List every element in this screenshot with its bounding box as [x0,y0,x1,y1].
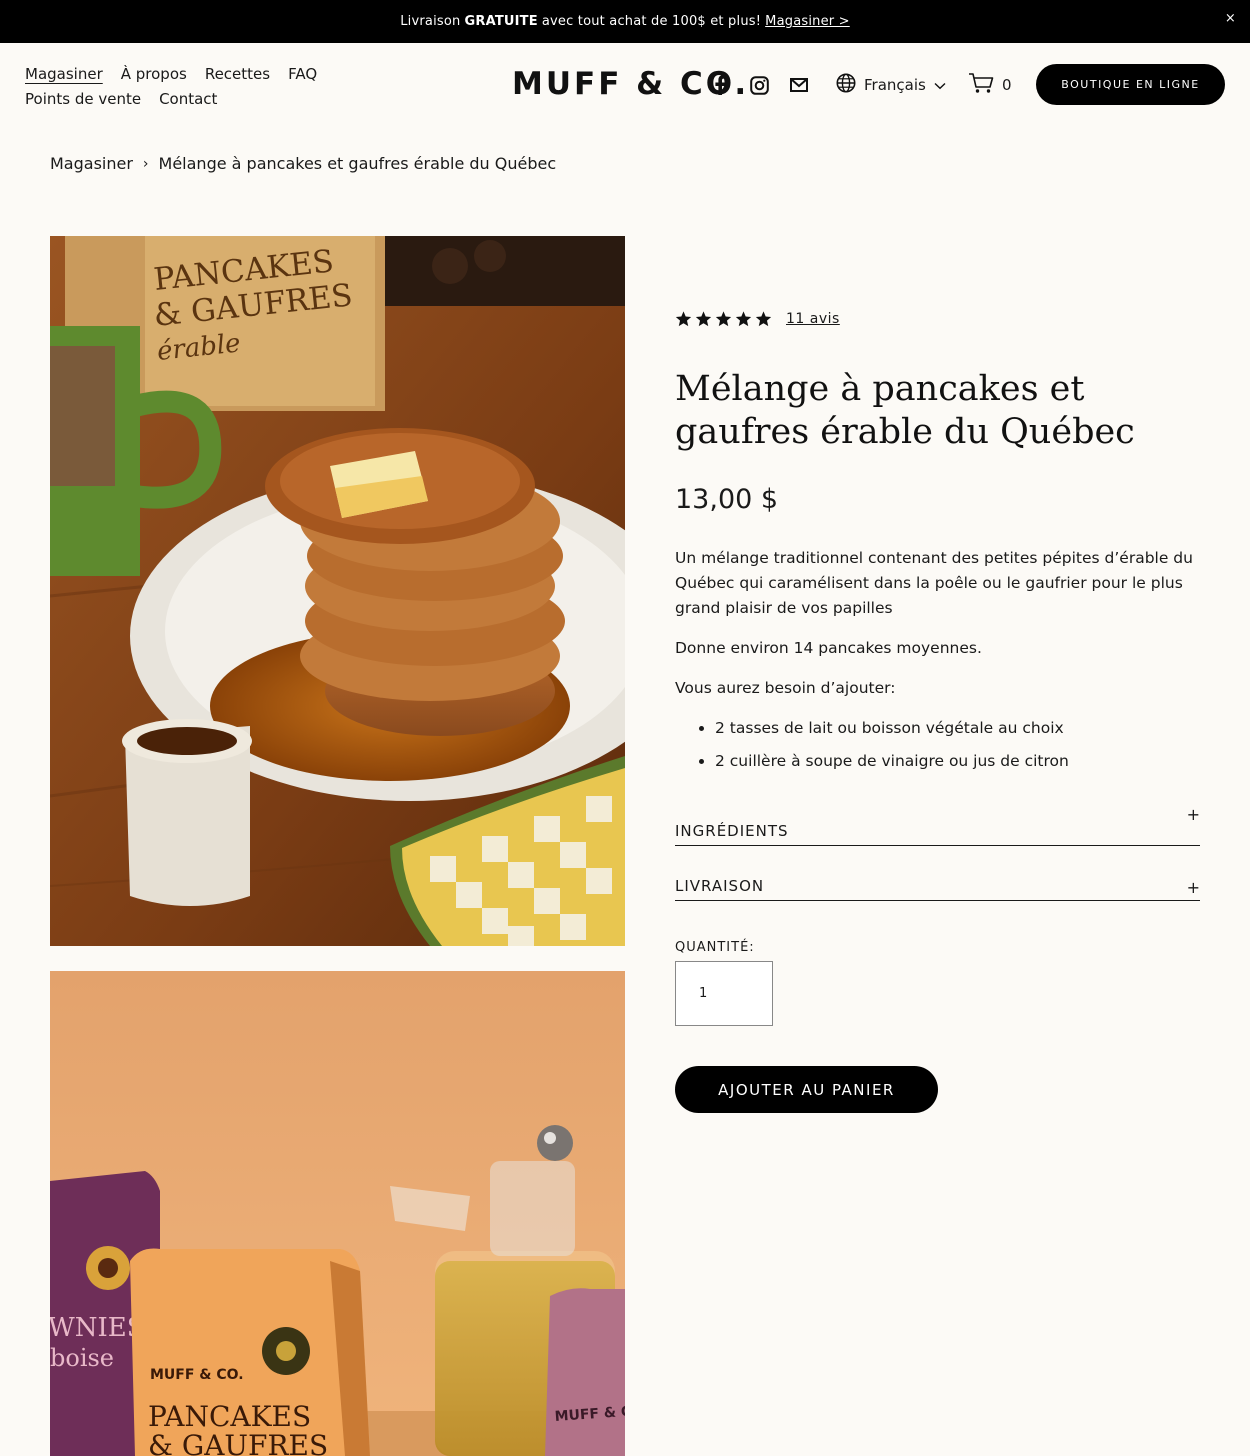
needs-list: 2 tasses de lait ou boisson végétale au … [675,716,1195,774]
cart-count: 0 [1002,76,1012,94]
accordion-label: INGRÉDIENTS [675,822,789,840]
instagram-icon[interactable] [749,75,769,95]
nav-item-about[interactable]: À propos [121,62,187,87]
accordion-shipping[interactable]: LIVRAISON + [675,870,1200,901]
quantity-input[interactable] [675,961,773,1026]
announcement-prefix: Livraison [400,14,461,29]
chevron-down-icon [934,76,946,94]
star-icon [715,311,732,327]
breadcrumb-separator: › [142,155,149,172]
star-icon [695,311,712,327]
product-price: 13,00 $ [675,484,779,515]
nav-item-stores[interactable]: Points de vente [25,87,141,112]
star-icon [735,311,752,327]
announcement-shop-link[interactable]: Magasiner > [765,14,850,29]
main-nav: Magasiner À propos Recettes FAQ Points d… [25,62,317,112]
product-photo-packages: WNIES boise MUFF & CO. PANCAKES & GAUFRE… [50,971,625,1456]
add-to-cart-button[interactable]: AJOUTER AU PANIER [675,1066,938,1113]
description-text: Un mélange traditionnel contenant des pe… [675,549,1193,617]
list-item: 2 cuillère à soupe de vinaigre ou jus de… [715,749,1195,774]
package2-text-2: & GAUFRES [148,1429,328,1456]
rating-stars [675,311,772,327]
yield-text: Donne environ 14 pancakes moyennes. [675,639,982,657]
nav-item-shop[interactable]: Magasiner [25,62,103,87]
left-bag-text-2: boise [50,1344,114,1372]
breadcrumb-parent[interactable]: Magasiner [50,154,133,173]
language-label: Français [864,76,926,94]
needs-label: Vous aurez besoin d’ajouter: [675,679,896,697]
email-icon[interactable] [789,76,809,94]
product-description: Un mélange traditionnel contenant des pe… [675,546,1195,782]
cart-icon [968,72,994,98]
plus-icon: + [1186,878,1200,897]
breadcrumb-current: Mélange à pancakes et gaufres érable du … [158,154,557,173]
product-photo-pancakes: PANCAKES & GAUFRES érable [50,236,625,946]
close-icon[interactable]: × [1225,11,1236,26]
nav-item-recipes[interactable]: Recettes [205,62,270,87]
language-selector[interactable]: Français [836,73,946,97]
accordion-ingredients[interactable]: INGRÉDIENTS + [675,805,1200,846]
announcement-bar: Livraison GRATUITE avec tout achat de 10… [0,0,1250,43]
globe-icon [836,73,856,97]
star-icon [675,311,692,327]
breadcrumb: Magasiner › Mélange à pancakes et gaufre… [50,154,556,173]
left-bag-text-1: WNIES [50,1313,145,1343]
facebook-icon[interactable] [710,75,730,95]
star-icon [755,311,772,327]
announcement-suffix: avec tout achat de 100$ et plus! [541,14,762,29]
product-rating: 11 avis [675,311,840,327]
announcement-bold: GRATUITE [464,14,538,29]
nav-item-faq[interactable]: FAQ [288,62,317,87]
accordion-label: LIVRAISON [675,877,765,895]
cart-link[interactable]: 0 [968,73,1012,97]
list-item: 2 tasses de lait ou boisson végétale au … [715,716,1195,741]
nav-item-contact[interactable]: Contact [159,87,217,112]
plus-icon: + [1186,805,1200,824]
package-brand: MUFF & CO. [150,1367,244,1383]
quantity-label: QUANTITÉ: [675,940,755,955]
reviews-link[interactable]: 11 avis [786,311,840,327]
online-shop-button[interactable]: BOUTIQUE EN LIGNE [1036,64,1225,105]
product-title: Mélange à pancakes et gaufres érable du … [675,369,1135,452]
